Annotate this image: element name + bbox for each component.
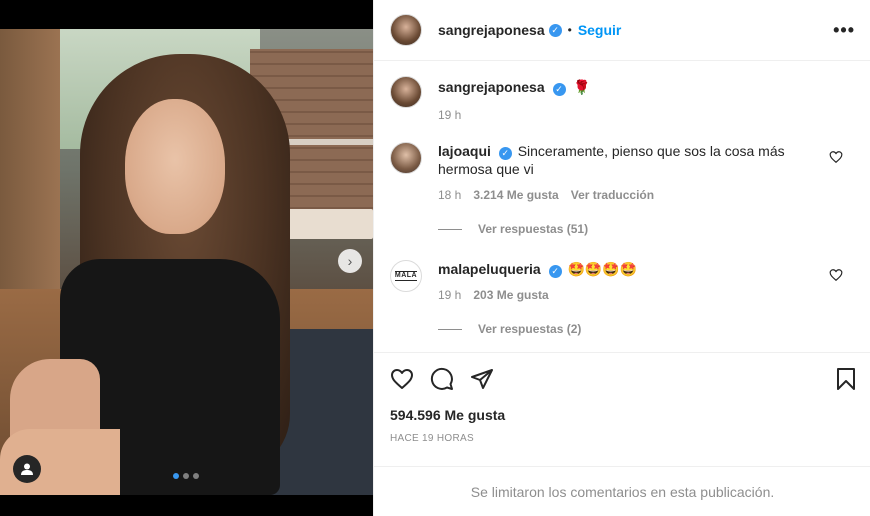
avatar[interactable] <box>390 14 422 46</box>
comment-icon[interactable] <box>430 367 454 391</box>
tagged-users-button[interactable] <box>13 455 41 483</box>
heart-icon[interactable] <box>829 150 843 164</box>
verified-badge-icon: ✓ <box>548 264 562 278</box>
chevron-right-icon: › <box>347 253 353 269</box>
verified-badge-icon: ✓ <box>552 82 566 96</box>
comment-username[interactable]: lajoaqui <box>438 143 491 159</box>
comment-likes[interactable]: 203 Me gusta <box>473 286 548 304</box>
caption-text: 🌹 <box>573 79 591 95</box>
header-username[interactable]: sangrejaponesa <box>438 22 545 38</box>
carousel-indicator <box>173 473 199 479</box>
carousel-next-button[interactable]: › <box>338 249 362 273</box>
view-replies-button[interactable]: Ver respuestas (2) <box>438 322 581 336</box>
translate-link[interactable]: Ver traducción <box>571 186 654 204</box>
post-header: sangrejaponesa ✓ • Seguir ••• <box>374 0 870 61</box>
avatar[interactable] <box>390 142 422 174</box>
carousel-dot <box>173 473 179 479</box>
comment-username[interactable]: malapeluqueria <box>438 261 541 277</box>
avatar-logo-text: MALA <box>394 271 418 281</box>
comment-time[interactable]: 19 h <box>438 286 461 304</box>
separator-dot: • <box>567 23 572 37</box>
post-sidebar: sangrejaponesa ✓ • Seguir ••• sangrejapo… <box>373 0 870 516</box>
post-view: › sangrejaponesa ✓ • Seguir ••• sangreja… <box>0 0 870 516</box>
verified-badge-icon: ✓ <box>498 146 512 160</box>
comment-likes[interactable]: 3.214 Me gusta <box>473 186 558 204</box>
view-replies-label: Ver respuestas (2) <box>478 322 582 336</box>
more-options-icon[interactable]: ••• <box>833 20 855 41</box>
heart-icon[interactable] <box>390 367 414 391</box>
caption-username[interactable]: sangrejaponesa <box>438 79 545 95</box>
comment-time[interactable]: 18 h <box>438 186 461 204</box>
comment-text: 🤩🤩🤩🤩 <box>567 261 638 277</box>
user-icon <box>21 463 33 475</box>
caption-time[interactable]: 19 h <box>438 106 461 124</box>
avatar[interactable] <box>390 76 422 108</box>
post-media[interactable]: › <box>0 0 373 516</box>
view-replies-button[interactable]: Ver respuestas (51) <box>438 222 588 236</box>
view-replies-label: Ver respuestas (51) <box>478 222 589 236</box>
likes-count[interactable]: 594.596 Me gusta <box>390 407 505 423</box>
comments-limited-text: Se limitaron los comentarios en esta pub… <box>470 483 775 500</box>
carousel-dot <box>193 473 199 479</box>
avatar[interactable]: MALA <box>390 260 422 292</box>
post-timestamp[interactable]: HACE 19 HORAS <box>390 433 474 444</box>
action-bar <box>374 352 870 404</box>
comments-limited-notice: Se limitaron los comentarios en esta pub… <box>374 466 870 516</box>
verified-badge-icon: ✓ <box>548 23 562 37</box>
post-photo <box>0 29 373 495</box>
follow-button[interactable]: Seguir <box>578 22 622 38</box>
paper-plane-icon[interactable] <box>470 367 494 391</box>
bookmark-icon[interactable] <box>834 367 858 391</box>
carousel-dot <box>183 473 189 479</box>
heart-icon[interactable] <box>829 268 843 282</box>
